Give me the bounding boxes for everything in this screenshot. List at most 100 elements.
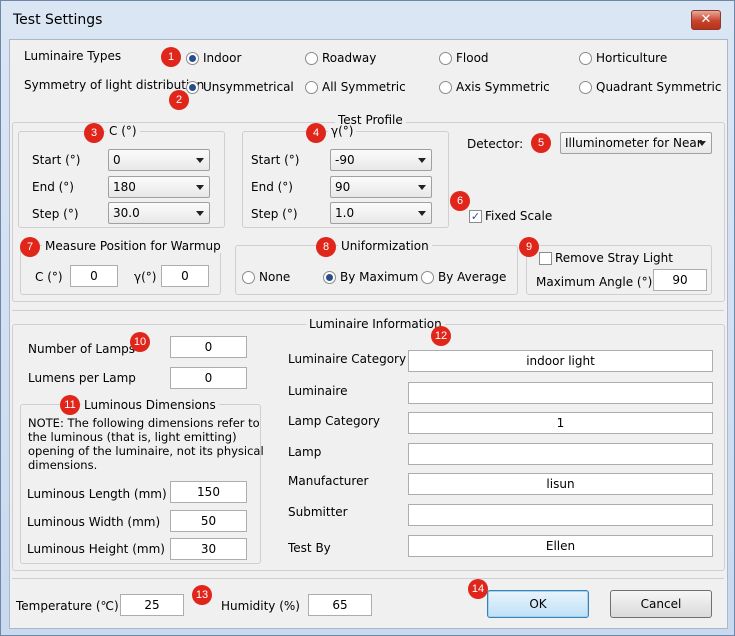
radio-indoor[interactable]: Indoor bbox=[186, 50, 241, 66]
radio-icon bbox=[439, 51, 452, 65]
luminous-width-input[interactable]: 50 bbox=[170, 510, 247, 532]
number-of-lamps-label: Number of Lamps bbox=[28, 342, 135, 356]
warmup-c-input[interactable]: 0 bbox=[70, 265, 118, 287]
select-value: 90 bbox=[335, 180, 351, 194]
uniformization-title: Uniformization bbox=[338, 239, 432, 253]
radio-unsymmetrical[interactable]: Unsymmetrical bbox=[186, 79, 294, 95]
radio-label: Quadrant Symmetric bbox=[596, 80, 722, 94]
gamma-step-label: Step (°) bbox=[251, 207, 298, 221]
manufacturer-input[interactable]: lisun bbox=[408, 473, 713, 495]
select-value: 1.0 bbox=[335, 206, 355, 220]
badge-10: 10 bbox=[130, 332, 150, 352]
badge-13: 13 bbox=[192, 585, 212, 605]
temperature-input[interactable]: 25 bbox=[120, 594, 184, 616]
note-line: NOTE: The following dimensions refer to bbox=[28, 416, 260, 430]
close-button[interactable]: ✕ bbox=[691, 10, 721, 30]
radio-label: None bbox=[259, 270, 291, 284]
max-angle-label: Maximum Angle (°): bbox=[536, 275, 657, 289]
remove-stray-light-checkbox[interactable] bbox=[539, 252, 552, 265]
section-divider bbox=[12, 578, 724, 579]
dropdown-arrow-icon bbox=[196, 158, 204, 163]
dropdown-arrow-icon bbox=[418, 158, 426, 163]
badge-9: 9 bbox=[519, 237, 539, 257]
radio-label: By Average bbox=[438, 270, 507, 284]
gamma-step-select[interactable]: 1.0 bbox=[330, 202, 432, 224]
ok-button[interactable]: OK bbox=[487, 590, 589, 618]
c-start-select[interactable]: 0 bbox=[108, 149, 210, 171]
badge-7: 7 bbox=[20, 237, 40, 257]
dialog-body: Luminaire Types 1 Indoor Roadway Flood H… bbox=[9, 39, 728, 629]
radio-icon bbox=[421, 270, 434, 284]
radio-icon bbox=[305, 80, 318, 94]
badge-4: 4 bbox=[306, 123, 326, 143]
dropdown-arrow-icon bbox=[418, 211, 426, 216]
radio-icon bbox=[439, 80, 452, 94]
dimensions-note: NOTE: The following dimensions refer to … bbox=[28, 416, 264, 472]
select-value: Illuminometer for Near F bbox=[565, 136, 702, 150]
lumens-per-lamp-input[interactable]: 0 bbox=[170, 367, 247, 389]
gamma-end-label: End (°) bbox=[251, 180, 293, 194]
luminous-height-label: Luminous Height (mm) bbox=[27, 542, 165, 556]
badge-6: 6 bbox=[450, 191, 470, 211]
badge-14: 14 bbox=[468, 579, 488, 599]
radio-selected-icon bbox=[323, 270, 336, 284]
radio-icon bbox=[242, 270, 255, 284]
cancel-button[interactable]: Cancel bbox=[610, 590, 712, 618]
badge-12: 12 bbox=[431, 326, 451, 346]
luminous-length-input[interactable]: 150 bbox=[170, 481, 247, 503]
radio-icon bbox=[579, 51, 592, 65]
submitter-input[interactable] bbox=[408, 504, 713, 526]
radio-uniform-by-maximum[interactable]: By Maximum bbox=[323, 269, 418, 285]
c-end-select[interactable]: 180 bbox=[108, 176, 210, 198]
test-by-label: Test By bbox=[288, 541, 331, 555]
radio-uniform-by-average[interactable]: By Average bbox=[421, 269, 506, 285]
radio-all-symmetric[interactable]: All Symmetric bbox=[305, 79, 406, 95]
number-of-lamps-input[interactable]: 0 bbox=[170, 336, 247, 358]
title-bar[interactable]: Test Settings ✕ bbox=[1, 1, 734, 39]
c-start-label: Start (°) bbox=[32, 153, 81, 167]
radio-flood[interactable]: Flood bbox=[439, 50, 489, 66]
gamma-start-select[interactable]: -90 bbox=[330, 149, 432, 171]
luminaire-input[interactable] bbox=[408, 382, 713, 404]
manufacturer-label: Manufacturer bbox=[288, 474, 369, 488]
test-settings-dialog: Test Settings ✕ Luminaire Types 1 Indoor… bbox=[0, 0, 735, 636]
c-step-select[interactable]: 30.0 bbox=[108, 202, 210, 224]
radio-horticulture[interactable]: Horticulture bbox=[579, 50, 667, 66]
lumens-per-lamp-label: Lumens per Lamp bbox=[28, 371, 136, 385]
radio-label: Flood bbox=[456, 51, 489, 65]
lamp-label: Lamp bbox=[288, 445, 322, 459]
c-end-label: End (°) bbox=[32, 180, 74, 194]
warmup-gamma-input[interactable]: 0 bbox=[161, 265, 209, 287]
radio-quadrant-symmetric[interactable]: Quadrant Symmetric bbox=[579, 79, 721, 95]
lamp-input[interactable] bbox=[408, 443, 713, 465]
lamp-category-input[interactable]: 1 bbox=[408, 412, 713, 434]
max-angle-input[interactable]: 90 bbox=[653, 269, 707, 291]
fixed-scale-checkbox[interactable]: ✓ bbox=[469, 210, 482, 223]
luminous-height-input[interactable]: 30 bbox=[170, 538, 247, 560]
select-value: 30.0 bbox=[113, 206, 140, 220]
radio-label: Indoor bbox=[203, 51, 242, 65]
radio-label: By Maximum bbox=[340, 270, 419, 284]
luminous-length-label: Luminous Length (mm) bbox=[27, 487, 167, 501]
luminaire-category-input[interactable]: indoor light bbox=[408, 350, 713, 372]
select-value: 180 bbox=[113, 180, 136, 194]
select-value: -90 bbox=[335, 153, 355, 167]
luminaire-category-label: Luminaire Category bbox=[288, 352, 407, 366]
dropdown-arrow-icon bbox=[418, 185, 426, 190]
test-by-input[interactable]: Ellen bbox=[408, 535, 713, 557]
warmup-c-label: C (°) bbox=[35, 270, 63, 284]
radio-label: Unsymmetrical bbox=[203, 80, 294, 94]
radio-axis-symmetric[interactable]: Axis Symmetric bbox=[439, 79, 550, 95]
radio-uniform-none[interactable]: None bbox=[242, 269, 290, 285]
radio-roadway[interactable]: Roadway bbox=[305, 50, 376, 66]
humidity-input[interactable]: 65 bbox=[308, 594, 372, 616]
gamma-end-select[interactable]: 90 bbox=[330, 176, 432, 198]
detector-select[interactable]: Illuminometer for Near F bbox=[560, 132, 712, 154]
badge-11: 11 bbox=[60, 395, 80, 415]
dropdown-arrow-icon bbox=[196, 185, 204, 190]
remove-stray-light-label: Remove Stray Light bbox=[555, 251, 673, 265]
radio-label: All Symmetric bbox=[322, 80, 406, 94]
lamp-category-label: Lamp Category bbox=[288, 414, 380, 428]
select-value: 0 bbox=[113, 153, 121, 167]
c-angle-title: C (°) bbox=[106, 124, 140, 138]
